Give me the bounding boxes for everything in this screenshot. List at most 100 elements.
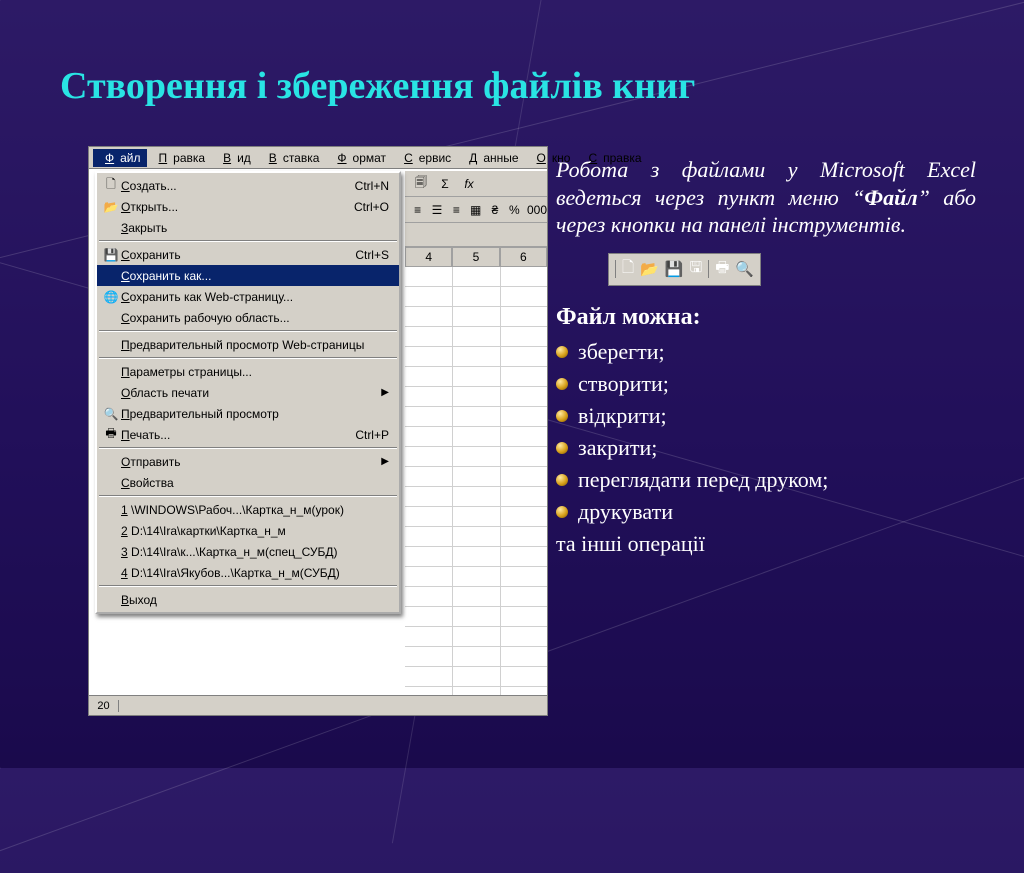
bullet-item: переглядати перед друком; [556, 467, 976, 493]
menubar-item[interactable]: Правка [147, 149, 212, 167]
web-icon: 🌐 [101, 289, 121, 305]
menu-item[interactable]: 1 \WINDOWS\Рабоч...\Картка_н_м(урок) [97, 499, 399, 520]
toolbar-row-2: ≡ ☰ ≡ ▦ ₴ % 000 [405, 197, 547, 223]
toolbar-separator [708, 260, 709, 278]
menubar-item[interactable]: Файл [93, 149, 147, 167]
mini-toolbar: 🗋 📂 💾 🖫 🖶 🔍 [608, 253, 761, 286]
blank-icon [101, 502, 121, 518]
print-icon: 🖶 [101, 427, 121, 443]
menu-item-label: 4 D:\14\Ira\Якубов...\Картка_н_м(СУБД) [121, 566, 389, 580]
menu-separator [99, 330, 397, 332]
menu-item-label: Сохранить как... [121, 269, 389, 283]
menu-item-label: Отправить [121, 455, 381, 469]
currency-icon[interactable]: ₴ [488, 200, 501, 220]
menu-item[interactable]: Область печати▶ [97, 382, 399, 403]
bullet-item: друкувати [556, 499, 976, 525]
list-heading: Файл можна: [556, 304, 976, 331]
column-header[interactable]: 4 [405, 247, 452, 267]
column-headers: 456 [405, 247, 547, 267]
menu-item[interactable]: 🔍Предварительный просмотр [97, 403, 399, 424]
new-icon: 🗋 [101, 178, 121, 194]
menu-separator [99, 495, 397, 497]
spreadsheet-grid[interactable] [405, 267, 547, 715]
save-icon[interactable]: 💾 [665, 260, 684, 278]
intro-paragraph: Робота з файлами у Microsoft Excel ведет… [556, 156, 976, 239]
slide-title: Створення і збереження файлів книг [60, 64, 960, 108]
align-left-icon[interactable]: ≡ [411, 200, 424, 220]
menu-item[interactable]: 2 D:\14\Ira\картки\Картка_н_м [97, 520, 399, 541]
menu-item-label: Свойства [121, 476, 389, 490]
toolbar-button[interactable]: 🗐 [411, 174, 431, 194]
menu-item[interactable]: Сохранить как... [97, 265, 399, 286]
toolbar-row-1: 🗐 Σ fx [405, 171, 547, 197]
bullet-item: відкрити; [556, 403, 976, 429]
menu-item[interactable]: 📂Открыть...Ctrl+O [97, 196, 399, 217]
open-folder-icon[interactable]: 📂 [640, 260, 659, 278]
percent-icon[interactable]: % [508, 200, 521, 220]
menubar-item[interactable]: Вид [211, 149, 257, 167]
menu-shortcut: Ctrl+O [354, 200, 389, 214]
menubar-item[interactable]: Справка [576, 149, 647, 167]
menu-shortcut: Ctrl+P [355, 428, 389, 442]
menu-item[interactable]: 🖶Печать...Ctrl+P [97, 424, 399, 445]
blank-icon [101, 544, 121, 560]
menu-item[interactable]: 🗋Создать...Ctrl+N [97, 175, 399, 196]
formula-bar[interactable] [405, 223, 547, 247]
menu-item[interactable]: Сохранить рабочую область... [97, 307, 399, 328]
menu-item[interactable]: 4 D:\14\Ira\Якубов...\Картка_н_м(СУБД) [97, 562, 399, 583]
menu-item[interactable]: Отправить▶ [97, 451, 399, 472]
bullet-item: зберегти; [556, 339, 976, 365]
menu-item-label: Область печати [121, 386, 381, 400]
menu-item[interactable]: 💾СохранитьCtrl+S [97, 244, 399, 265]
column-header[interactable]: 6 [500, 247, 547, 267]
menu-item[interactable]: Закрыть [97, 217, 399, 238]
menu-item[interactable]: Выход [97, 589, 399, 610]
menu-item-label: Печать... [121, 428, 355, 442]
intro-keyword: Файл [864, 185, 917, 210]
menubar-item[interactable]: Сервис [392, 149, 457, 167]
menu-item-label: 2 D:\14\Ira\картки\Картка_н_м [121, 524, 389, 538]
menubar-item[interactable]: Окно [525, 149, 577, 167]
thousands-icon[interactable]: 000 [527, 200, 547, 220]
menubar: ФайлПравкаВидВставкаФорматСервисДанныеОк… [89, 147, 547, 169]
align-center-icon[interactable]: ☰ [430, 200, 443, 220]
menubar-item[interactable]: Данные [457, 149, 524, 167]
blank-icon [101, 523, 121, 539]
column-header[interactable]: 5 [452, 247, 499, 267]
blank-icon [101, 565, 121, 581]
save-icon: 💾 [101, 247, 121, 263]
menubar-item[interactable]: Вставка [257, 149, 326, 167]
menu-item[interactable]: Параметры страницы... [97, 361, 399, 382]
menu-item-label: Предварительный просмотр [121, 407, 389, 421]
submenu-arrow-icon: ▶ [381, 387, 389, 398]
merge-icon[interactable]: ▦ [469, 200, 482, 220]
row-number: 20 [89, 700, 119, 712]
menu-item-label: Закрыть [121, 221, 389, 235]
menu-shortcut: Ctrl+S [355, 248, 389, 262]
menu-item[interactable]: Предварительный просмотр Web-страницы [97, 334, 399, 355]
menu-separator [99, 585, 397, 587]
menu-item-label: Открыть... [121, 200, 354, 214]
open-icon: 📂 [101, 199, 121, 215]
menu-item[interactable]: Свойства [97, 472, 399, 493]
menu-item[interactable]: 3 D:\14\Ira\к...\Картка_н_м(спец_СУБД) [97, 541, 399, 562]
submenu-arrow-icon: ▶ [381, 456, 389, 467]
save-web-icon[interactable]: 🖫 [689, 257, 702, 282]
align-right-icon[interactable]: ≡ [450, 200, 463, 220]
print-preview-icon[interactable]: 🔍 [735, 260, 754, 278]
new-file-icon[interactable]: 🗋 [622, 257, 634, 282]
menubar-item[interactable]: Формат [325, 149, 392, 167]
toolbar-button[interactable]: fx [459, 174, 479, 194]
file-menu-dropdown: 🗋Создать...Ctrl+N📂Открыть...Ctrl+OЗакрыт… [95, 171, 401, 614]
bullet-list: зберегти;створити;відкрити;закрити;перег… [556, 339, 976, 525]
menu-item-label: Сохранить как Web-страницу... [121, 290, 389, 304]
print-icon[interactable]: 🖶 [715, 257, 729, 282]
blank-icon [101, 364, 121, 380]
menu-item-label: 1 \WINDOWS\Рабоч...\Картка_н_м(урок) [121, 503, 389, 517]
blank-icon [101, 310, 121, 326]
menu-item[interactable]: 🌐Сохранить как Web-страницу... [97, 286, 399, 307]
menu-shortcut: Ctrl+N [355, 179, 389, 193]
toolbar-button[interactable]: Σ [435, 174, 455, 194]
menu-item-label: Параметры страницы... [121, 365, 389, 379]
menu-separator [99, 357, 397, 359]
